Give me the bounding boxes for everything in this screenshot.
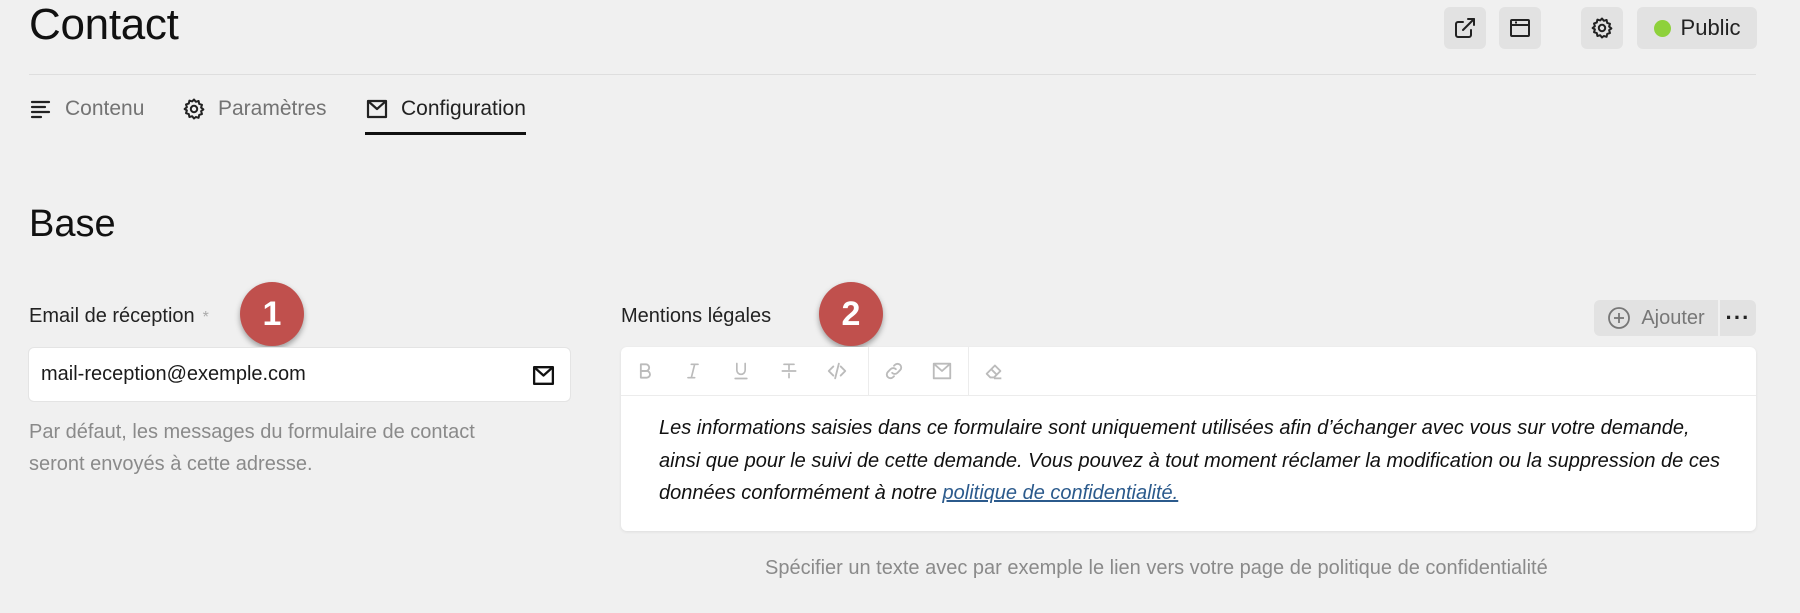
rich-text-editor[interactable]: Les informations saisies dans ce formula… (621, 347, 1756, 531)
status-dot (1653, 19, 1671, 37)
code-icon (827, 362, 847, 380)
annotation-marker-1: 1 (240, 282, 304, 346)
tab-label: Paramètres (218, 97, 327, 120)
tab-label: Configuration (401, 97, 526, 120)
email-field-label: Email de réception * (29, 305, 209, 328)
gear-icon (1591, 17, 1613, 39)
toolbar-separator (868, 347, 869, 395)
visibility-status-button[interactable]: Public (1637, 7, 1757, 49)
email-help-line: seront envoyés à cette adresse. (29, 453, 313, 475)
mail-icon (932, 362, 952, 380)
email-field-value[interactable]: mail-reception@exemple.com (41, 363, 306, 386)
strikethrough-icon (781, 363, 797, 379)
more-options-button[interactable]: ··· (1720, 300, 1756, 336)
email-label-text: Email de réception (29, 305, 195, 327)
privacy-policy-link[interactable]: politique de confidentialité. (943, 482, 1179, 504)
mail-icon (532, 366, 555, 385)
mail-link-button[interactable] (918, 347, 966, 395)
settings-button[interactable] (1581, 7, 1623, 49)
external-link-icon (1455, 18, 1475, 38)
underline-icon (734, 362, 748, 380)
browser-window-icon (1510, 19, 1530, 37)
gear-icon (183, 98, 205, 120)
header-divider (29, 74, 1756, 75)
status-label: Public (1680, 15, 1741, 40)
add-button-label: Ajouter (1641, 306, 1705, 329)
link-icon (885, 362, 903, 380)
tab-contenu[interactable]: Contenu (29, 86, 144, 132)
annotation-marker-2: 2 (819, 282, 883, 346)
italic-button[interactable] (669, 347, 717, 395)
email-help-text: Par défaut, les messages du formulaire d… (29, 416, 475, 480)
clear-format-button[interactable] (970, 347, 1018, 395)
legal-field-label: Mentions légales (621, 305, 772, 327)
tab-label: Contenu (65, 97, 145, 120)
code-button[interactable] (813, 347, 861, 395)
tab-parametres[interactable]: Paramètres (182, 86, 327, 132)
plus-circle-icon (1608, 307, 1631, 329)
section-title: Base (29, 203, 116, 245)
legal-help-text: Spécifier un texte avec par exemple le l… (765, 557, 1548, 579)
tab-configuration[interactable]: Configuration (365, 86, 526, 135)
bold-icon (639, 363, 651, 379)
editor-content[interactable]: Les informations saisies dans ce formula… (659, 412, 1734, 510)
legal-text: Les informations saisies dans ce formula… (659, 417, 1720, 504)
preview-window-button[interactable] (1499, 7, 1541, 49)
mail-icon (366, 99, 388, 119)
eraser-icon (985, 364, 1002, 380)
email-field[interactable]: mail-reception@exemple.com (28, 347, 571, 402)
strikethrough-button[interactable] (765, 347, 813, 395)
underline-button[interactable] (717, 347, 765, 395)
add-button[interactable]: Ajouter (1594, 300, 1718, 336)
required-mark: * (202, 309, 209, 326)
italic-icon (687, 363, 699, 379)
open-external-button[interactable] (1444, 7, 1486, 49)
page-title: Contact (29, 0, 179, 49)
email-help-line: Par défaut, les messages du formulaire d… (29, 421, 475, 443)
editor-toolbar (621, 347, 1756, 396)
link-button[interactable] (870, 347, 918, 395)
toolbar-separator (968, 347, 969, 395)
bold-button[interactable] (621, 347, 669, 395)
align-left-icon (30, 100, 51, 119)
